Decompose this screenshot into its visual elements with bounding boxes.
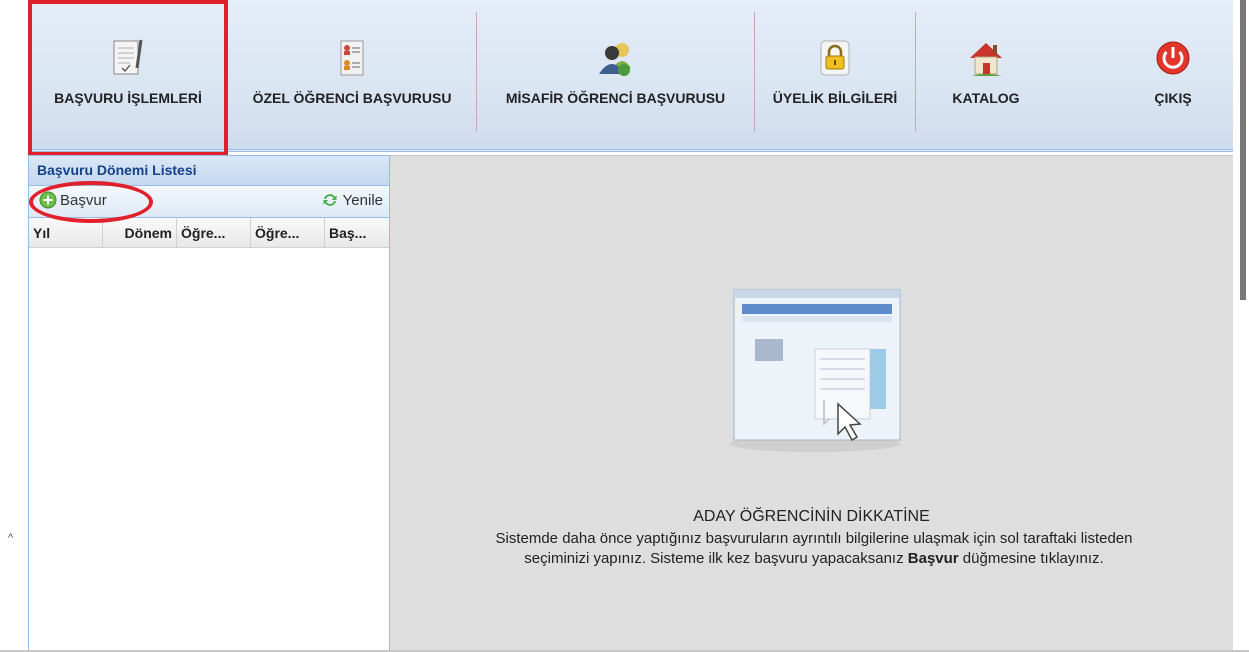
toolbar-item-label: ÖZEL ÖĞRENCİ BAŞVURUSU xyxy=(252,90,452,106)
window-cursor-illustration xyxy=(720,284,910,459)
toolbar-item-label: MİSAFİR ÖĞRENCİ BAŞVURUSU xyxy=(505,90,726,106)
caret-up-icon: ^ xyxy=(8,532,14,544)
notice-body: Sistemde daha önce yaptığınız başvurular… xyxy=(410,529,1218,569)
notice-line-2-start: seçiminizi yapınız. Sisteme ilk kez başv… xyxy=(524,550,908,567)
notice-line-1: Sistemde daha önce yaptığınız başvurular… xyxy=(495,530,1133,547)
toolbar-item-special-student-application[interactable]: ÖZEL ÖĞRENCİ BAŞVURUSU xyxy=(228,0,476,150)
toolbar-item-logout[interactable]: ÇIKIŞ xyxy=(1118,0,1228,150)
panel-title: Başvuru Dönemi Listesi xyxy=(29,156,389,186)
users-icon xyxy=(596,38,636,78)
apply-button[interactable]: Başvur xyxy=(39,191,107,209)
grid-header: Yıl Dönem Öğre... Öğre... Baş... xyxy=(29,218,389,248)
toolbar-item-membership-info[interactable]: ÜYELİK BİLGİLERİ xyxy=(755,0,915,150)
panel-toolbar: Başvur Yenile xyxy=(29,181,389,223)
column-header-student-1[interactable]: Öğre... xyxy=(177,218,251,247)
add-icon xyxy=(39,191,57,209)
toolbar-item-label: ÜYELİK BİLGİLERİ xyxy=(772,90,898,106)
notice-title: ADAY ÖĞRENCİNİN DİKKATİNE xyxy=(693,508,930,525)
scrollbar[interactable] xyxy=(1240,0,1246,300)
toolbar-item-guest-student-application[interactable]: MİSAFİR ÖĞRENCİ BAŞVURUSU xyxy=(477,0,754,150)
power-icon xyxy=(1153,38,1193,78)
refresh-button-label: Yenile xyxy=(342,191,383,209)
refresh-icon xyxy=(321,191,339,209)
toolbar-item-label: BAŞVURU İŞLEMLERİ xyxy=(54,90,202,106)
main-content: ADAY ÖĞRENCİNİN DİKKATİNE Sistemde daha … xyxy=(390,155,1233,652)
home-icon xyxy=(966,38,1006,78)
notice-line-2-end: düğmesine tıklayınız. xyxy=(958,550,1104,567)
grid-body xyxy=(29,248,389,648)
person-list-icon xyxy=(332,38,372,78)
application-period-panel: Başvuru Dönemi Listesi Başvur Yenile Yıl… xyxy=(28,155,390,652)
toolbar-item-application-operations[interactable]: BAŞVURU İŞLEMLERİ xyxy=(28,0,228,150)
column-header-student-2[interactable]: Öğre... xyxy=(251,218,325,247)
column-header-application[interactable]: Baş... xyxy=(325,218,389,247)
top-toolbar: BAŞVURU İŞLEMLERİ ÖZEL ÖĞRENCİ BAŞVURUSU xyxy=(28,0,1233,156)
toolbar-item-catalog[interactable]: KATALOG xyxy=(916,0,1056,150)
column-header-term[interactable]: Dönem xyxy=(103,218,177,247)
refresh-button[interactable]: Yenile xyxy=(321,191,383,209)
notice-apply-keyword: Başvur xyxy=(907,550,959,567)
toolbar-item-label: KATALOG xyxy=(952,90,1020,106)
document-pen-icon xyxy=(108,38,148,78)
notice-line-2: seçiminizi yapınız. Sisteme ilk kez başv… xyxy=(410,549,1218,569)
toolbar-item-label: ÇIKIŞ xyxy=(1154,90,1192,106)
column-header-year[interactable]: Yıl xyxy=(29,218,103,247)
apply-button-label: Başvur xyxy=(60,191,107,209)
lock-icon xyxy=(815,38,855,78)
